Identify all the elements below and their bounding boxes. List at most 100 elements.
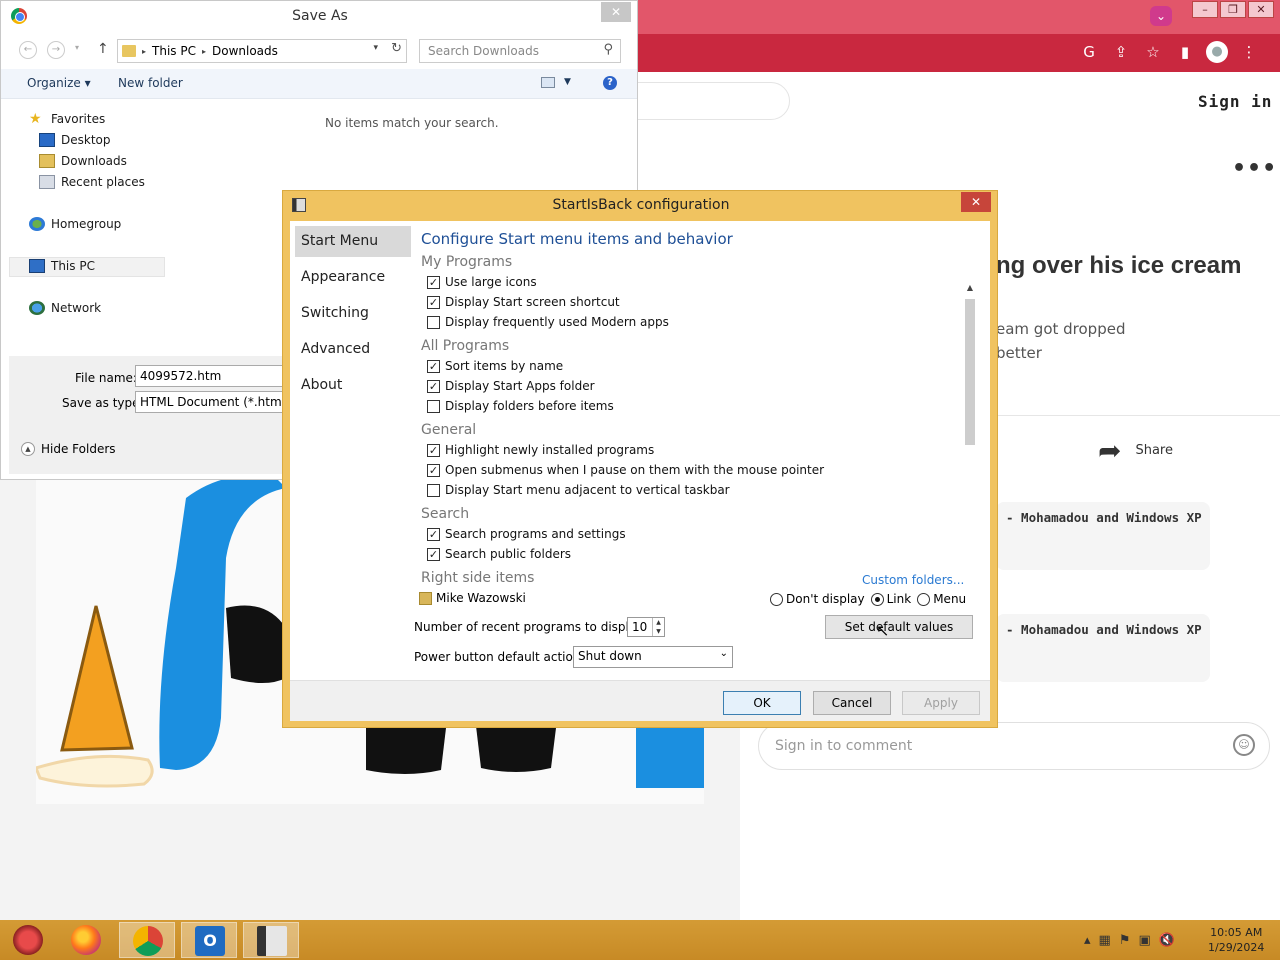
option-highlight-new-programs[interactable]: ✓ Highlight newly installed programs (427, 443, 654, 457)
tab-appearance[interactable]: Appearance (295, 262, 411, 293)
nav-label: Downloads (61, 154, 127, 168)
browser-menu-icon[interactable]: ⋮ (1238, 41, 1260, 63)
close-button[interactable]: ✕ (1248, 1, 1274, 18)
apply-button[interactable]: Apply (902, 691, 980, 715)
tab-search-icon[interactable]: ⌄ (1150, 6, 1172, 26)
custom-folders-link[interactable]: Custom folders... (862, 573, 964, 587)
cancel-button[interactable]: Cancel (813, 691, 891, 715)
close-button[interactable]: ✕ (961, 192, 991, 212)
checkbox[interactable]: ✓ (427, 443, 440, 457)
breadcrumb-downloads[interactable]: Downloads (212, 44, 278, 58)
restore-button[interactable]: ❐ (1220, 1, 1246, 18)
checkbox[interactable]: ✓ (427, 379, 440, 393)
nav-item-desktop[interactable]: Desktop (39, 130, 111, 150)
option-search-public-folders[interactable]: ✓ Search public folders (427, 547, 571, 561)
monitor-icon[interactable]: ▣ (1138, 933, 1150, 948)
set-default-values-button[interactable]: Set default values (825, 615, 973, 639)
checkbox[interactable]: ✓ (427, 359, 440, 373)
tab-about[interactable]: About (295, 370, 411, 401)
radio-dont-display[interactable]: Don't display (770, 592, 865, 606)
hide-folders-button[interactable]: ▲ Hide Folders (21, 442, 116, 456)
nav-item-this-pc[interactable]: This PC (29, 256, 95, 276)
option-folders-before-items[interactable]: Display folders before items (427, 399, 614, 413)
tab-advanced[interactable]: Advanced (295, 334, 411, 365)
nav-item-network[interactable]: Network (29, 298, 101, 318)
side-panel-icon[interactable]: ▮ (1174, 41, 1196, 63)
file-name-input[interactable]: 4099572.htm (135, 365, 295, 387)
nav-item-homegroup[interactable]: Homegroup (29, 214, 121, 234)
save-as-titlebar: Save As ✕ (1, 1, 637, 31)
google-icon[interactable]: G (1078, 41, 1100, 63)
radio-button[interactable] (917, 592, 931, 606)
related-item[interactable]: - Mohamadou and Windows XP (996, 614, 1210, 682)
taskbar-outlook[interactable]: O (181, 922, 237, 958)
comment-input[interactable]: Sign in to comment ☺ (758, 722, 1270, 770)
taskbar-clock[interactable]: 10:05 AM 1/29/2024 (1208, 925, 1264, 955)
checkbox[interactable]: ✓ (427, 547, 440, 561)
option-adjacent-vertical-taskbar[interactable]: Display Start menu adjacent to vertical … (427, 483, 730, 497)
forward-arrow-icon[interactable]: → (47, 41, 65, 59)
ok-button[interactable]: OK (723, 691, 801, 715)
taskbar-firefox[interactable] (58, 922, 114, 958)
network-tray-icon[interactable]: ▦ (1099, 933, 1111, 948)
recent-locations-icon[interactable]: ▾ (75, 43, 79, 52)
checkbox[interactable]: ✓ (427, 527, 440, 541)
radio-button[interactable] (770, 592, 783, 606)
stepper-arrows-icon[interactable]: ▲ ▼ (652, 618, 664, 636)
up-arrow-icon[interactable]: ↑ (97, 41, 109, 57)
flag-icon[interactable]: ⚑ (1119, 933, 1131, 948)
scrollbar-thumb[interactable] (965, 299, 975, 445)
checkbox[interactable] (427, 399, 440, 413)
profile-avatar-icon[interactable]: ● (1206, 41, 1228, 63)
checkbox[interactable] (427, 315, 440, 329)
checkbox[interactable]: ✓ (427, 463, 440, 477)
help-icon[interactable]: ? (603, 76, 617, 90)
show-hidden-icons-icon[interactable]: ▴ (1084, 933, 1091, 948)
search-input[interactable]: Search Downloads ⚲ (419, 39, 621, 63)
share-button[interactable]: ➦ Share (1098, 434, 1173, 467)
option-modern-apps[interactable]: Display frequently used Modern apps (427, 315, 669, 329)
radio-link[interactable]: Link (870, 592, 911, 606)
radio-menu[interactable]: Menu (917, 592, 966, 606)
nav-item-recent-places[interactable]: Recent places (39, 172, 145, 192)
chevron-down-icon[interactable]: ▼ (564, 77, 571, 87)
view-icon[interactable] (541, 77, 555, 88)
minimize-button[interactable]: – (1192, 1, 1218, 18)
start-orb-button[interactable] (0, 922, 56, 958)
option-use-large-icons[interactable]: ✓ Use large icons (427, 275, 537, 289)
option-open-submenus-on-hover[interactable]: ✓ Open submenus when I pause on them with… (427, 463, 824, 477)
scroll-up-icon[interactable]: ▲ (965, 283, 975, 292)
tab-start-menu[interactable]: Start Menu (295, 226, 411, 257)
emoji-icon[interactable]: ☺ (1233, 734, 1255, 756)
chevron-down-icon[interactable]: ▾ (373, 43, 378, 53)
bookmark-star-icon[interactable]: ☆ (1142, 41, 1164, 63)
checkbox[interactable]: ✓ (427, 295, 440, 309)
refresh-icon[interactable]: ↻ (391, 41, 402, 56)
nav-item-favorites[interactable]: ★ Favorites (29, 109, 105, 129)
options-scrollbar[interactable]: ▲ ▼ (963, 281, 977, 637)
address-box[interactable]: ▸ This PC ▸ Downloads ▾ ↻ (117, 39, 407, 63)
taskbar-startisback-config[interactable] (243, 922, 299, 958)
checkbox[interactable] (427, 483, 440, 497)
new-folder-button[interactable]: New folder (118, 76, 183, 90)
close-button[interactable]: ✕ (601, 2, 631, 22)
related-item[interactable]: - Mohamadou and Windows XP (996, 502, 1210, 570)
radio-button[interactable] (870, 592, 884, 606)
power-action-select[interactable]: Shut down ⌄ (573, 646, 733, 668)
taskbar-chrome[interactable] (119, 922, 175, 958)
option-sort-by-name[interactable]: ✓ Sort items by name (427, 359, 563, 373)
tab-switching[interactable]: Switching (295, 298, 411, 329)
share-page-icon[interactable]: ⇪ (1110, 41, 1132, 63)
sign-in-link[interactable]: Sign in (1198, 92, 1272, 111)
volume-muted-icon[interactable]: 🔇 (1159, 933, 1175, 948)
option-start-screen-shortcut[interactable]: ✓ Display Start screen shortcut (427, 295, 620, 309)
option-search-programs-settings[interactable]: ✓ Search programs and settings (427, 527, 626, 541)
back-arrow-icon[interactable]: ← (19, 41, 37, 59)
checkbox[interactable]: ✓ (427, 275, 440, 289)
save-type-select[interactable]: HTML Document (*.htm) (135, 391, 295, 413)
option-start-apps-folder[interactable]: ✓ Display Start Apps folder (427, 379, 595, 393)
breadcrumb-this-pc[interactable]: This PC (152, 44, 196, 58)
more-options-icon[interactable]: ••• (1232, 156, 1277, 181)
nav-item-downloads[interactable]: Downloads (39, 151, 127, 171)
organize-menu[interactable]: Organize ▾ (27, 76, 91, 90)
